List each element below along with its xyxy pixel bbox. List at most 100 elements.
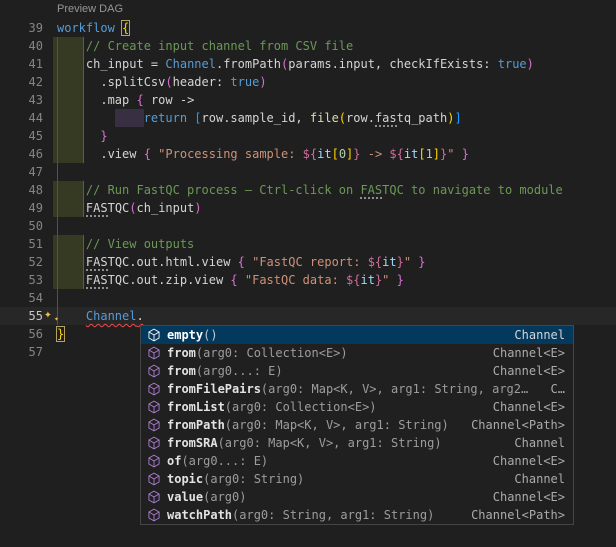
code-content: workflow { <box>57 19 616 37</box>
suggest-item-label: from(arg0: Collection<E>) <box>167 346 348 360</box>
line-number[interactable]: 56 <box>0 325 43 343</box>
autocomplete-popup: empty()Channel from(arg0: Collection<E>) C… <box>140 325 574 525</box>
line-number[interactable]: 50 <box>0 217 43 235</box>
code-line-48[interactable]: 48 // Run FastQC process – Ctrl-click on… <box>0 181 616 199</box>
code-token: Channel <box>165 57 216 71</box>
line-number[interactable]: 48 <box>0 181 43 199</box>
suggest-item-label: value(arg0) <box>167 490 246 504</box>
code-token: ] <box>433 147 440 161</box>
code-line-50[interactable]: 50 <box>0 217 616 235</box>
suggest-item-label: empty() <box>167 328 218 342</box>
line-number[interactable]: 49 <box>0 199 43 217</box>
code-line-41[interactable]: 41 ch_input = Channel.fromPath(params.in… <box>0 55 616 73</box>
code-token: ${ <box>389 147 403 161</box>
error-token: . <box>136 309 143 323</box>
symbol-method-icon <box>147 382 163 396</box>
suggest-item-value[interactable]: value(arg0)Channel<E> <box>141 488 573 506</box>
code-line-53[interactable]: 53 FASTQC.out.zip.view { "FastQC data: $… <box>0 271 616 289</box>
indent-guide <box>57 217 58 235</box>
line-number[interactable]: 44 <box>0 109 43 127</box>
code-line-49[interactable]: 49 FASTQC(ch_input) <box>0 199 616 217</box>
code-token <box>57 111 144 125</box>
code-token: TQC <box>108 201 130 215</box>
symbol-method-icon <box>147 508 163 522</box>
suggest-item-from[interactable]: from(arg0: Collection<E>) Channel<E> <box>141 344 573 362</box>
code-content: } <box>57 127 616 145</box>
return-type: Channel<E> <box>485 346 565 360</box>
code-token <box>57 129 100 143</box>
code-line-42[interactable]: 42 .splitCsv(header: true) <box>0 73 616 91</box>
code-token: } <box>462 147 469 161</box>
suggest-item-topic[interactable]: topic(arg0: String)Channel <box>141 470 573 488</box>
code-token: " <box>404 255 411 269</box>
code-token: .view <box>100 147 143 161</box>
code-content: // Create input channel from CSV file <box>57 37 616 55</box>
code-line-55[interactable]: 55✦✦ Channel. <box>0 307 616 325</box>
line-number[interactable]: 46 <box>0 145 43 163</box>
code-line-39[interactable]: 39 workflow { <box>0 19 616 37</box>
code-line-40[interactable]: 40 // Create input channel from CSV file <box>0 37 616 55</box>
code-line-46[interactable]: 46 .view { "Processing sample: ${it[0]} … <box>0 145 616 163</box>
code-token: "Processing sample: <box>158 147 303 161</box>
line-number[interactable]: 55 <box>0 307 43 325</box>
suggest-item-fromPath[interactable]: fromPath(arg0: Map<K, V>, arg1: String)C… <box>141 416 573 434</box>
symbol-method-icon <box>147 472 163 486</box>
sparkle-icon[interactable]: ✦✦ <box>44 307 62 325</box>
code-token <box>57 57 86 71</box>
line-number[interactable]: 51 <box>0 235 43 253</box>
code-line-45[interactable]: 45 } <box>0 127 616 145</box>
suggest-item-watchPath[interactable]: watchPath(arg0: String, arg1: String)Cha… <box>141 506 573 524</box>
code-token: FAS <box>86 255 108 271</box>
code-content <box>57 289 616 307</box>
suggest-item-label: fromPath(arg0: Map<K, V>, arg1: String) <box>167 418 449 432</box>
line-number[interactable]: 42 <box>0 73 43 91</box>
method-name: fromSRA <box>167 436 218 450</box>
line-number[interactable]: 41 <box>0 55 43 73</box>
line-number[interactable]: 52 <box>0 253 43 271</box>
suggest-item-fromList[interactable]: fromList(arg0: Collection<E>)Channel<E> <box>141 398 573 416</box>
code-token: FAS <box>360 183 382 199</box>
suggest-item-fromSRA[interactable]: fromSRA(arg0: Map<K, V>, arg1: String)Ch… <box>141 434 573 452</box>
line-number[interactable]: 40 <box>0 37 43 55</box>
code-token: TQC.out.zip.view <box>108 273 231 287</box>
code-content: Channel. <box>57 307 616 325</box>
code-token <box>57 273 86 287</box>
code-line-52[interactable]: 52 FASTQC.out.html.view { "FastQC report… <box>0 253 616 271</box>
code-line-47[interactable]: 47 <box>0 163 616 181</box>
codelens-preview-dag[interactable]: Preview DAG <box>57 3 123 15</box>
code-token: true <box>230 75 259 89</box>
line-number[interactable]: 47 <box>0 163 43 181</box>
method-args: (arg0) <box>203 490 246 504</box>
code-token: 0 <box>339 147 346 161</box>
suggest-item-empty[interactable]: empty()Channel <box>141 326 573 344</box>
code-token: ${ <box>346 273 360 287</box>
code-token: { <box>230 273 244 287</box>
method-args: (arg0: String, arg1: String) <box>232 508 434 522</box>
line-number[interactable]: 39 <box>0 19 43 37</box>
suggest-item-of[interactable]: of(arg0...: E)Channel<E> <box>141 452 573 470</box>
code-token: // View outputs <box>86 237 194 251</box>
code-token: row. <box>346 111 375 125</box>
line-number[interactable]: 45 <box>0 127 43 145</box>
line-number[interactable]: 57 <box>0 343 43 361</box>
code-line-51[interactable]: 51 // View outputs <box>0 235 616 253</box>
line-number[interactable]: 54 <box>0 289 43 307</box>
line-number[interactable]: 53 <box>0 271 43 289</box>
line-number[interactable]: 43 <box>0 91 43 109</box>
suggest-item-fromFilePairs[interactable]: fromFilePairs(arg0: Map<K, V>, arg1: Str… <box>141 380 573 398</box>
code-line-44[interactable]: 44 return [row.sample_id, file(row.fastq… <box>0 109 616 127</box>
code-token <box>455 147 462 161</box>
code-token: row.sample_id, <box>202 111 310 125</box>
code-token: TQC.out.html.view <box>108 255 238 269</box>
code-token: ) <box>527 57 534 71</box>
method-args: (arg0: Collection<E>) <box>196 346 348 360</box>
suggest-item-from[interactable]: from(arg0...: E)Channel<E> <box>141 362 573 380</box>
code-token <box>57 255 86 269</box>
code-token: row -> <box>144 93 195 107</box>
code-token: // Create input channel from CSV file <box>86 39 353 53</box>
code-line-43[interactable]: 43 .map { row -> <box>0 91 616 109</box>
code-token: ] <box>454 111 461 125</box>
method-args: (arg0: Collection<E>) <box>225 400 377 414</box>
code-line-54[interactable]: 54 <box>0 289 616 307</box>
return-type: Channel<E> <box>485 364 565 378</box>
